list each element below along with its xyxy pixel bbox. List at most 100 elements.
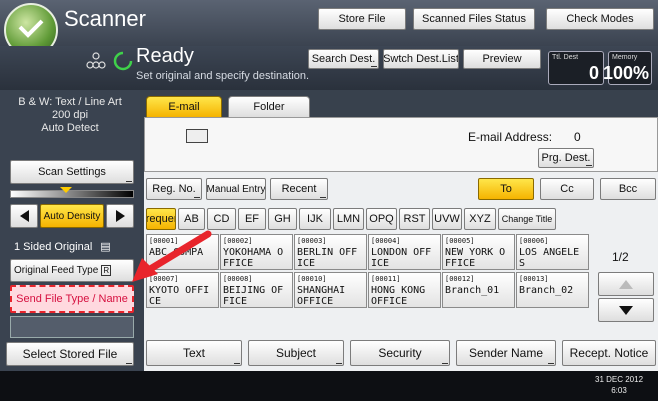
subject-button[interactable]: Subject <box>248 340 344 366</box>
sender-name-button[interactable]: Sender Name <box>456 340 556 366</box>
text-label: Text <box>182 346 205 360</box>
ready-status: Ready <box>136 45 194 67</box>
destination-entry[interactable]: [00005] NEW YORK O FFICE <box>442 234 515 270</box>
empty-slot <box>10 316 134 338</box>
page-indicator: 1/2 <box>612 250 629 264</box>
destination-entry[interactable]: [00006] LOS ANGELE S <box>516 234 589 270</box>
arrow-up-icon <box>619 279 633 289</box>
pointer-arrow-icon <box>132 230 212 282</box>
index-tab-gh[interactable]: GH <box>268 208 297 230</box>
arrow-right-icon <box>115 210 125 222</box>
entry-number: [00004] <box>371 237 401 245</box>
store-file-button[interactable]: Store File <box>318 8 406 30</box>
preview-button[interactable]: Preview <box>463 49 541 69</box>
index-tab-lmn[interactable]: LMN <box>333 208 364 230</box>
entry-name: HONG KONG OFFICE <box>371 285 426 307</box>
recept-notice-button[interactable]: Recept. Notice <box>562 340 656 366</box>
arrow-down-icon <box>619 305 633 315</box>
program-dest-button[interactable]: Prg. Dest. <box>538 148 594 168</box>
auto-density-button[interactable]: Auto Density <box>40 204 104 228</box>
index-tab-ef[interactable]: EF <box>238 208 266 230</box>
sender-label: Sender Name <box>468 346 544 360</box>
search-dest-button[interactable]: Search Dest. <box>308 49 379 69</box>
recent-label: Recent <box>281 183 317 195</box>
feed-type-label: Original Feed Type <box>14 265 99 276</box>
entry-name: Branch_01 <box>445 285 500 296</box>
select-stored-file-button[interactable]: Select Stored File <box>6 342 134 366</box>
total-dest-counter: Ttl. Dest 0 <box>548 51 604 85</box>
entry-number: [00012] <box>445 275 475 283</box>
app-title: Scanner <box>64 6 146 31</box>
index-tab-change-title[interactable]: Change Title <box>498 208 556 230</box>
entry-name: LOS ANGELE S <box>519 247 580 269</box>
manual-entry-button[interactable]: Manual Entry <box>206 178 266 200</box>
memory-indicator: Memory 100% <box>603 51 652 85</box>
entry-number: [00011] <box>371 275 401 283</box>
index-tab-cd[interactable]: CD <box>207 208 236 230</box>
page-down-button[interactable] <box>598 298 654 322</box>
tab-email[interactable]: E-mail <box>146 96 222 118</box>
bcc-button[interactable]: Bcc <box>600 178 656 200</box>
reg-no-button[interactable]: Reg. No. <box>146 178 202 200</box>
date-text: 31 DEC 2012 <box>595 375 644 384</box>
datetime: 31 DEC 2012 6:03 <box>595 374 643 396</box>
instruction-text: Set original and specify destination. <box>136 70 310 82</box>
scanned-files-status-button[interactable]: Scanned Files Status <box>413 8 535 30</box>
total-dest-label: Ttl. Dest <box>552 54 579 61</box>
destination-entry[interactable]: [00004] LONDON OFF ICE <box>368 234 441 270</box>
cc-button[interactable]: Cc <box>540 178 594 200</box>
index-tab-uvw[interactable]: UVW <box>432 208 462 230</box>
sided-label: 1 Sided Original <box>14 240 93 253</box>
security-button[interactable]: Security <box>350 340 450 366</box>
to-button[interactable]: To <box>478 178 534 200</box>
email-address-label: E-mail Address: <box>468 130 553 144</box>
index-tab-xyz[interactable]: XYZ <box>464 208 496 230</box>
page-up-button[interactable] <box>598 272 654 296</box>
density-marker-icon <box>60 187 72 193</box>
index-tab-frequent[interactable]: Frequent <box>146 208 176 230</box>
switch-dest-list-button[interactable]: Swtch Dest.List <box>383 49 459 69</box>
scan-mode: B & W: Text / Line Art <box>18 96 122 108</box>
index-tab-ijk[interactable]: IJK <box>299 208 331 230</box>
destination-entry[interactable]: [00010] SHANGHAI OFFICE <box>294 272 367 308</box>
entry-number: [00008] <box>223 275 253 283</box>
index-tab-opq[interactable]: OPQ <box>366 208 397 230</box>
tab-folder[interactable]: Folder <box>228 96 310 118</box>
email-envelope-icon <box>186 129 208 143</box>
entry-name: Branch_02 <box>519 285 574 296</box>
destination-entry[interactable]: [00012] Branch_01 <box>442 272 515 308</box>
subject-label: Subject <box>275 346 317 360</box>
select-stored-label: Select Stored File <box>22 347 118 361</box>
scan-info: B & W: Text / Line Art 200 dpi Auto Dete… <box>6 96 134 135</box>
prg-dest-label: Prg. Dest. <box>541 152 591 164</box>
scan-detect: Auto Detect <box>41 122 99 134</box>
entry-name: BEIJING OF FICE <box>223 285 284 307</box>
scan-dpi: 200 dpi <box>51 109 89 121</box>
entry-name: BERLIN OFF ICE <box>297 247 358 269</box>
scan-settings-label: Scan Settings <box>38 166 106 178</box>
scan-settings-button[interactable]: Scan Settings <box>10 160 134 184</box>
destination-entry[interactable]: [00011] HONG KONG OFFICE <box>368 272 441 308</box>
entry-name: KYOTO OFFI CE <box>149 285 210 307</box>
security-label: Security <box>378 346 422 360</box>
bottom-bar <box>0 371 658 401</box>
send-file-type-name-button[interactable]: Send File Type / Name <box>10 285 134 313</box>
index-tab-ab[interactable]: AB <box>178 208 205 230</box>
density-scale <box>10 190 134 198</box>
recent-button[interactable]: Recent <box>270 178 328 200</box>
dots-icon <box>84 50 108 77</box>
reg-no-label: Reg. No. <box>152 183 196 195</box>
search-dest-label: Search Dest. <box>311 53 376 65</box>
density-darker-button[interactable] <box>106 204 134 228</box>
check-modes-button[interactable]: Check Modes <box>546 8 654 30</box>
entry-number: [00003] <box>297 237 327 245</box>
destination-entry[interactable]: [00008] BEIJING OF FICE <box>220 272 293 308</box>
destination-entry[interactable]: [00002] YOKOHAMA O FFICE <box>220 234 293 270</box>
arrow-left-icon <box>19 210 29 222</box>
text-button[interactable]: Text <box>146 340 242 366</box>
density-lighter-button[interactable] <box>10 204 38 228</box>
entry-number: [00013] <box>519 275 549 283</box>
destination-entry[interactable]: [00013] Branch_02 <box>516 272 589 308</box>
destination-entry[interactable]: [00003] BERLIN OFF ICE <box>294 234 367 270</box>
index-tab-rst[interactable]: RST <box>399 208 430 230</box>
